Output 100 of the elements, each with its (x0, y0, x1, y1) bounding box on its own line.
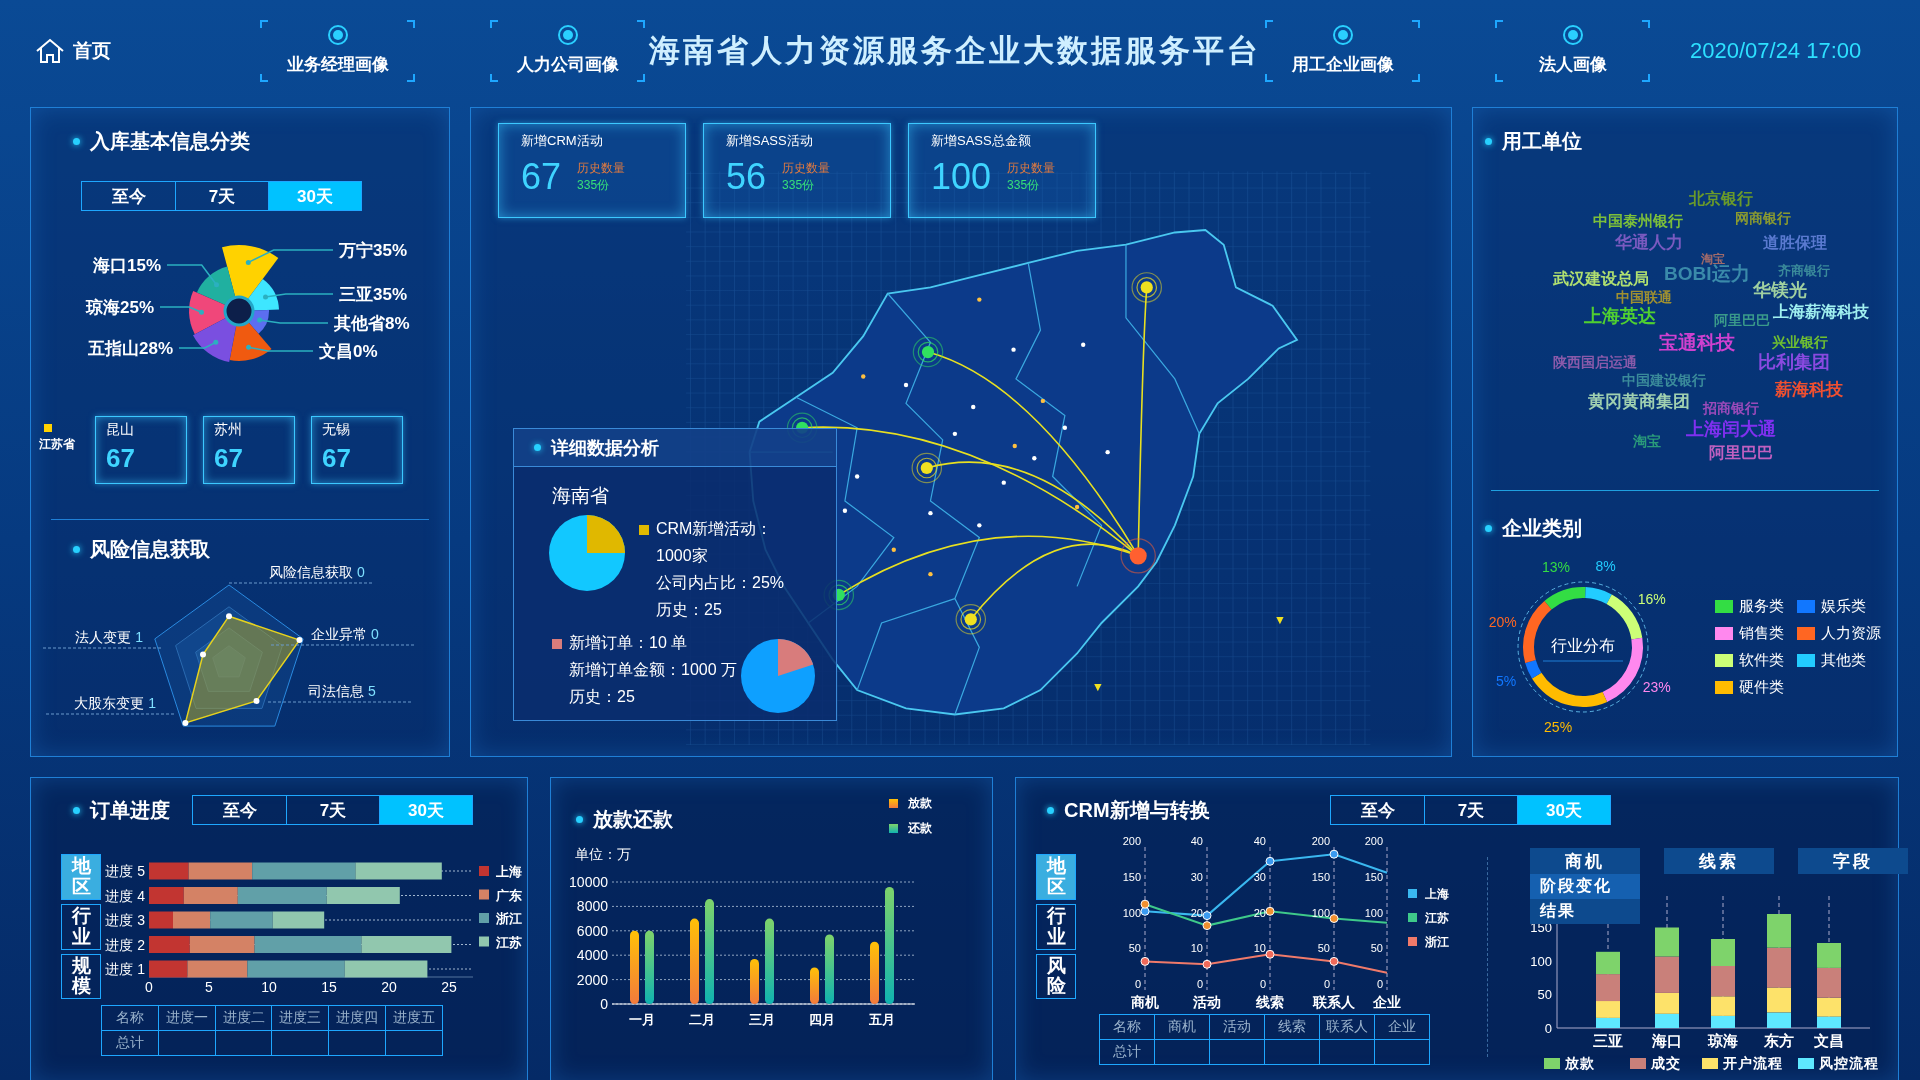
percent-label: 16% (1637, 590, 1666, 607)
tick-label: 8000 (576, 898, 608, 915)
bullet-icon (1485, 525, 1492, 532)
donut-title: 行业分布 (1551, 637, 1615, 654)
city-value: 67 (214, 443, 244, 474)
table-header-cell: 企业 (1388, 1018, 1416, 1036)
tick-label: 40 (1190, 837, 1203, 847)
nav-tab[interactable]: 用工企业画像 (1265, 20, 1420, 82)
side-tab[interactable]: 行业 (1036, 903, 1076, 950)
tick-label: 10 (1190, 942, 1203, 955)
table-header-cell: 进度三 (279, 1009, 322, 1028)
menu-item[interactable]: 结果 (1530, 899, 1640, 924)
company-name: 黄冈黄商集团 (1588, 392, 1690, 412)
stage-tab[interactable]: 线索 (1664, 848, 1774, 874)
company-name: 宝通科技 (1659, 332, 1735, 354)
province-label: 江苏省 (39, 436, 76, 453)
nav-tab[interactable]: 人力公司画像 (490, 20, 645, 82)
table-header-cell: 名称 (115, 1009, 144, 1028)
table-header-cell: 商机 (1168, 1018, 1196, 1036)
legend-swatch (1798, 1058, 1814, 1069)
tick-label: 50 (1128, 942, 1141, 955)
bullet-icon (1485, 138, 1492, 145)
detail-text: 历史：25 (568, 687, 636, 707)
nav-tab[interactable]: 业务经理画像 (260, 20, 415, 82)
tick-label: 150 (1122, 870, 1141, 883)
bar (750, 958, 759, 1004)
table-header-cell: 进度四 (336, 1009, 379, 1028)
radar-label: 大股东变更 1 (74, 695, 156, 711)
data-point (226, 613, 232, 620)
stage-tab[interactable]: 商机 (1530, 848, 1640, 874)
company-name: 阿里巴巴 (1714, 313, 1770, 329)
range-tab[interactable]: 至今 (193, 796, 286, 824)
data-point (1202, 921, 1212, 931)
ring-icon (1331, 24, 1354, 46)
stat-value: 56 (726, 156, 767, 198)
tick-label: 100 (1311, 906, 1330, 919)
menu-item[interactable]: 阶段变化 (1530, 874, 1640, 899)
company-name: 上海英达 (1584, 307, 1656, 327)
table-cell: 总计 (115, 1034, 144, 1053)
axis-label: 一月 (629, 1012, 655, 1027)
axis-label: 联系人 (1313, 994, 1355, 1010)
percent-label: 23% (1642, 679, 1671, 696)
tick-label: 200 (1364, 837, 1383, 847)
bar-segment (272, 911, 325, 929)
tick-label: 100 (1122, 906, 1141, 919)
side-tab[interactable]: 规模 (61, 953, 101, 1000)
leader-line (263, 293, 334, 300)
percent-label: 20% (1488, 614, 1517, 631)
legend-icon (639, 524, 649, 535)
panel-title: 用工单位 (1502, 129, 1582, 154)
stage-tab[interactable]: 字段 (1798, 848, 1908, 874)
radar-label: 风险信息获取 0 (269, 564, 365, 580)
city-value: 67 (322, 443, 352, 474)
company-name: 北京银行 (1689, 190, 1753, 208)
nav-tab[interactable]: 法人画像 (1495, 20, 1650, 82)
detail-text: 历史：25 (655, 600, 723, 620)
bar (810, 967, 819, 1004)
legend-label: 风控流程 (1819, 1055, 1879, 1071)
data-point (253, 697, 260, 704)
home-link[interactable]: 首页 (35, 38, 260, 64)
bullet-icon (73, 138, 80, 145)
region-name: 海南省 (552, 484, 610, 508)
side-tab[interactable]: 行业 (61, 903, 101, 950)
stat-value: 67 (521, 156, 562, 198)
tick-label: 2000 (576, 971, 608, 988)
tick-label: 100 (1364, 906, 1383, 919)
history-label: 历史数量 (782, 160, 831, 177)
axis-label: 四月 (809, 1012, 835, 1027)
slice-label: 文昌0% (319, 342, 378, 361)
data-point (1329, 914, 1339, 923)
range-tab[interactable]: 至今 (82, 182, 175, 210)
table-header-cell: 线索 (1278, 1018, 1306, 1036)
range-tab[interactable]: 至今 (1331, 796, 1424, 824)
data-point (200, 651, 206, 658)
legend-label: 成交 (1651, 1055, 1681, 1071)
legend-label: 上海 (1425, 887, 1449, 901)
bar (825, 934, 834, 1004)
company-name: 薪海科技 (1775, 380, 1843, 400)
company-name: 中国泰州银行 (1593, 212, 1683, 230)
leader-line (159, 306, 204, 315)
legend-label: 服务类 (1739, 597, 1784, 616)
history-value: 335份 (1007, 177, 1041, 194)
city-name: 无锡 (322, 421, 351, 439)
slice-label: 三亚35% (339, 285, 408, 304)
panel-title: 详细数据分析 (551, 436, 659, 460)
tick-label: 20 (381, 979, 397, 995)
date-time: 2020/07/24 17:00 (1690, 38, 1862, 64)
legend-label: 放款 (908, 795, 932, 812)
tick-label: 50 (1317, 942, 1330, 955)
bullet-icon (534, 444, 541, 451)
slice-label: 琼海25% (85, 298, 154, 317)
legend-icon (552, 638, 562, 649)
data-point (1329, 849, 1339, 859)
company-name: 淘宝 (1633, 434, 1661, 450)
panel-title: CRM新增与转换 (1064, 797, 1210, 823)
detail-text: 新增订单金额：1000 万 (568, 660, 738, 680)
bullet-icon (1047, 806, 1054, 814)
tick-label: 50 (1370, 942, 1383, 955)
tick-label: 150 (1311, 870, 1330, 883)
side-tab[interactable]: 风险 (1036, 953, 1076, 1000)
